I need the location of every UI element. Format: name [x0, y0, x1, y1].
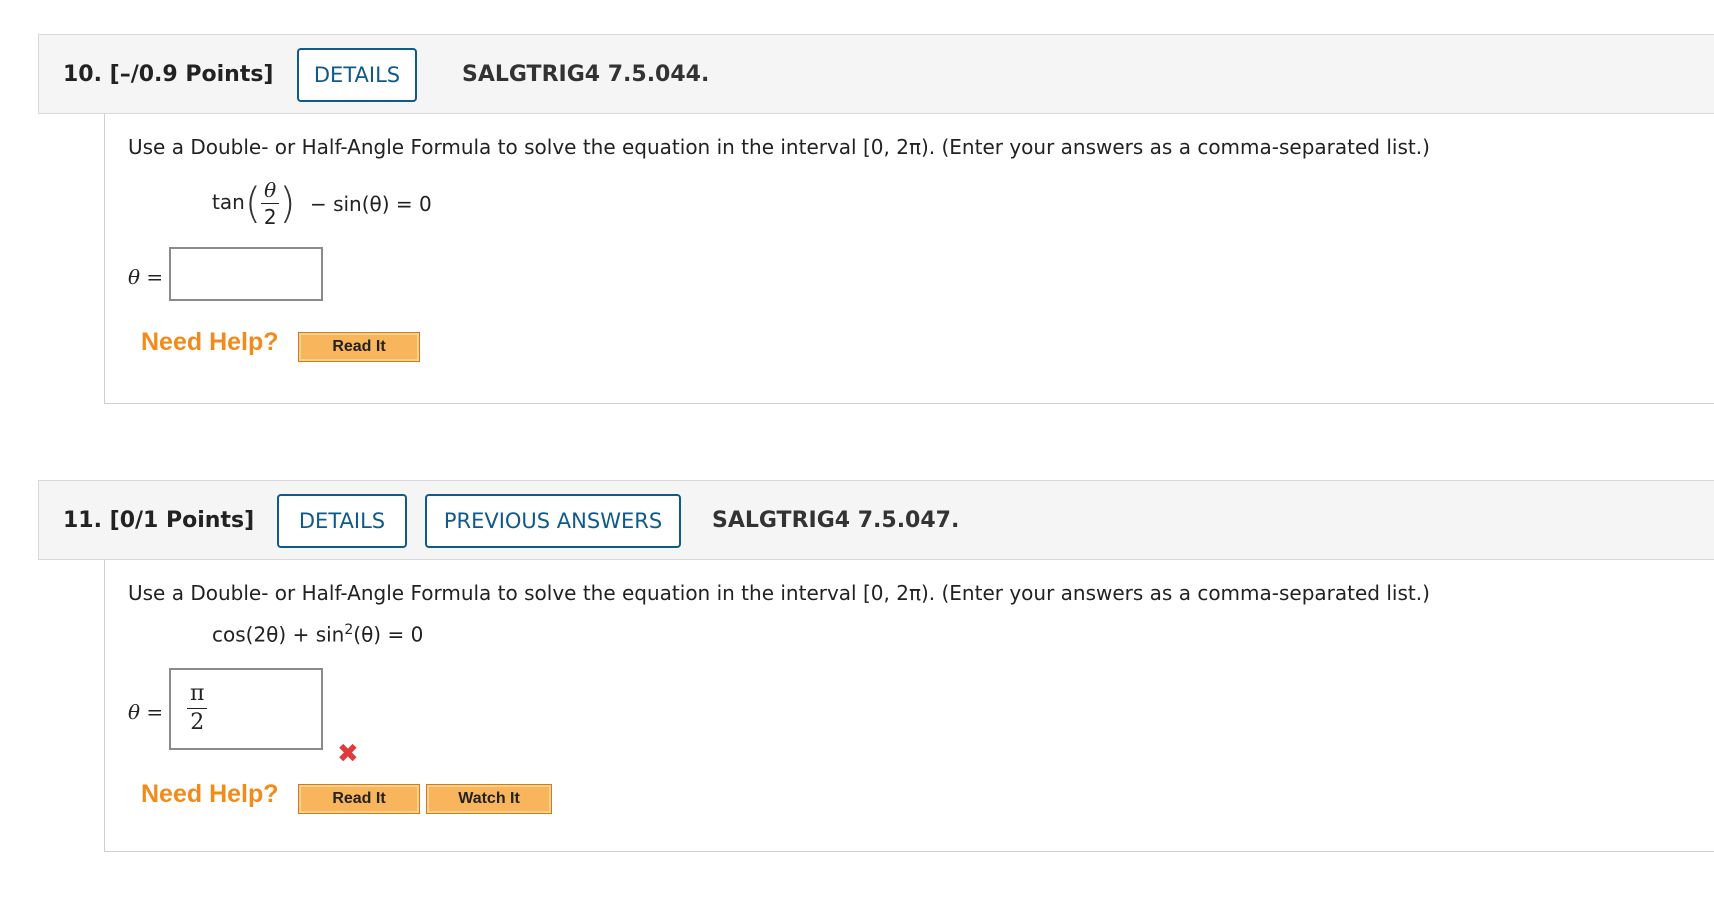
fraction-numerator: θ — [261, 180, 280, 204]
answer-label: θ = — [128, 265, 164, 289]
question-body: Use a Double- or Half-Angle Formula to s… — [104, 114, 1714, 404]
answer-numerator: π — [187, 683, 208, 709]
question-body: Use a Double- or Half-Angle Formula to s… — [104, 560, 1714, 852]
question-prompt: Use a Double- or Half-Angle Formula to s… — [128, 135, 1430, 159]
answer-fraction: π 2 — [187, 683, 208, 735]
answer-label: θ = — [128, 700, 164, 724]
incorrect-icon: ✖ — [337, 739, 359, 769]
answer-denominator: 2 — [190, 710, 205, 735]
question-number-points: 10. [–/0.9 Points] — [63, 62, 274, 87]
details-button[interactable]: DETAILS — [297, 48, 417, 102]
details-button[interactable]: DETAILS — [277, 494, 407, 548]
previous-answers-button[interactable]: PREVIOUS ANSWERS — [425, 494, 681, 548]
answer-input[interactable] — [169, 247, 323, 301]
question-code: SALGTRIG4 7.5.047. — [712, 508, 960, 533]
question-code: SALGTRIG4 7.5.044. — [462, 62, 710, 87]
read-it-button[interactable]: Read It — [298, 784, 420, 814]
watch-it-button[interactable]: Watch It — [426, 784, 552, 814]
question-number-points: 11. [0/1 Points] — [63, 508, 255, 533]
equation: cos(2θ) + sin2(θ) = 0 — [212, 622, 424, 647]
question-prompt: Use a Double- or Half-Angle Formula to s… — [128, 581, 1430, 605]
fraction-denominator: 2 — [263, 205, 277, 229]
equation: tan(θ 2) − sin(θ) = 0 — [212, 178, 432, 229]
question-header: 11. [0/1 Points] DETAILS PREVIOUS ANSWER… — [38, 480, 1714, 560]
question-header: 10. [–/0.9 Points] DETAILS SALGTRIG4 7.5… — [38, 34, 1714, 114]
need-help-label: Need Help? — [141, 780, 279, 808]
read-it-button[interactable]: Read It — [298, 332, 420, 362]
answer-input[interactable]: π 2 — [169, 668, 323, 750]
need-help-label: Need Help? — [141, 328, 279, 356]
